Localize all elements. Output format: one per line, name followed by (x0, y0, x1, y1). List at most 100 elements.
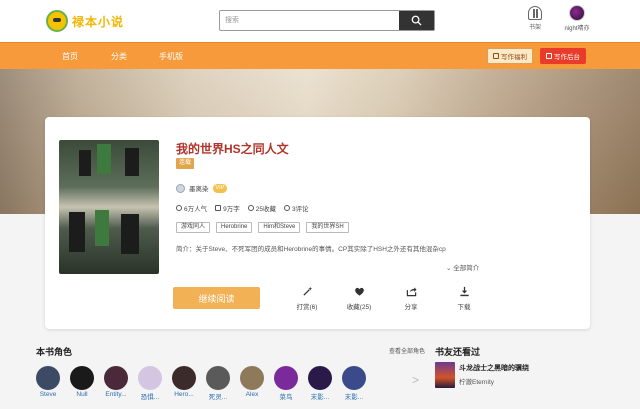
writing-backend-label: 写作后台 (554, 54, 580, 61)
stat-popularity: 6万人气 (176, 203, 207, 213)
vip-badge: VIP (212, 183, 228, 193)
main-nav: 首页 分类 手机版 写作福利 写作后台 (0, 42, 640, 69)
eye-icon (176, 205, 182, 211)
top-header: 禄本小说 书架 night晴亦 (0, 0, 640, 42)
writing-backend-button[interactable]: 写作后台 (540, 48, 586, 64)
role-name: 恐惧... (140, 394, 160, 401)
logo-text: 禄本小说 (72, 15, 125, 29)
role-avatar (240, 366, 264, 390)
writing-welfare-button[interactable]: 写作福利 (487, 48, 533, 64)
user-avatar (569, 5, 585, 21)
role-name: 菜鸟 (279, 394, 293, 401)
stat-words: 9万字 (215, 203, 240, 213)
download-icon (459, 286, 469, 297)
role-item[interactable]: Alex (240, 366, 264, 401)
author-name[interactable]: 墨离染 (189, 183, 209, 193)
cover-figure (97, 144, 111, 174)
expand-intro-link[interactable]: ⌄ 全部简介 (446, 262, 479, 272)
search-button[interactable] (399, 11, 434, 30)
cover-figure (79, 150, 91, 176)
status-badge: 连载 (176, 158, 195, 169)
comment-icon (283, 205, 290, 211)
logo-mascot-icon (46, 10, 68, 32)
search-box (219, 10, 435, 31)
heart-icon (354, 287, 364, 296)
tag-item[interactable]: 我的世界SH (306, 222, 349, 233)
recommended-book-cover (435, 362, 455, 388)
cover-figure (95, 210, 109, 246)
nav-categories[interactable]: 分类 (111, 51, 127, 62)
favorite-label: 收藏(25) (346, 304, 372, 311)
expand-intro-label: 全部简介 (453, 265, 480, 272)
role-item[interactable]: 末影... (308, 366, 332, 401)
role-item[interactable]: 恐惧... (138, 366, 162, 401)
role-avatar (36, 366, 60, 390)
book-tags: 游戏同人 Herobrine Him和Steve 我的世界SH (176, 222, 349, 233)
friends-also-read-title: 书友还看过 (435, 347, 481, 357)
book-cover[interactable] (59, 140, 159, 274)
role-item[interactable]: Hero... (172, 366, 196, 401)
role-avatar (308, 366, 332, 390)
user-menu[interactable]: night晴亦 (557, 5, 597, 32)
search-icon (411, 15, 422, 26)
share-button[interactable]: 分享 (391, 286, 431, 311)
tag-item[interactable]: Him和Steve (258, 222, 301, 233)
author-avatar[interactable] (176, 183, 185, 193)
document-icon (215, 205, 222, 211)
cover-figure (69, 212, 85, 252)
role-avatar (274, 366, 298, 390)
bookshelf-link[interactable]: 书架 (525, 6, 545, 31)
role-item[interactable]: 死灵... (206, 366, 230, 401)
tag-item[interactable]: Herobrine (216, 222, 253, 233)
cover-figure (125, 148, 139, 176)
role-item[interactable]: 菜鸟 (274, 366, 298, 401)
recommended-book-author: 柠澈Eternity (459, 379, 495, 386)
nav-mobile[interactable]: 手机版 (159, 51, 183, 62)
role-avatar (172, 366, 196, 390)
book-title: 我的世界HS之同人文 (176, 142, 289, 156)
role-name: Alex (245, 391, 259, 398)
role-name: 末影... (310, 394, 330, 401)
stat-popularity-value: 6万人气 (184, 206, 208, 213)
book-stats: 6万人气 9万字 25收藏 3评论 (176, 203, 309, 213)
bookshelf-icon (528, 6, 542, 20)
stat-comments-value: 3评论 (291, 206, 309, 213)
download-label: 下载 (457, 304, 471, 311)
book-info-card: 我的世界HS之同人文 连载 墨离染 VIP 6万人气 9万字 25收藏 3评论 … (45, 117, 590, 329)
role-avatar (138, 366, 162, 390)
role-name: 死灵... (208, 394, 228, 401)
role-item[interactable]: Entity... (104, 366, 128, 401)
role-name: Null (76, 391, 88, 398)
stat-favorites-value: 25收藏 (255, 206, 276, 213)
recommended-book[interactable]: 斗龙战士之黑暗的骥绕 柠澈Eternity (435, 362, 529, 388)
role-item[interactable]: Null (70, 366, 94, 401)
site-logo[interactable]: 禄本小说 (46, 8, 126, 34)
heart-outline-icon (247, 205, 254, 211)
view-all-roles-link[interactable]: 查看全部角色 (389, 346, 425, 355)
tip-label: 打赏(6) (296, 304, 318, 311)
role-name: Entity... (105, 391, 127, 398)
tag-item[interactable]: 游戏同人 (176, 222, 211, 233)
download-button[interactable]: 下载 (444, 286, 484, 311)
stat-comments: 3评论 (283, 203, 309, 213)
share-label: 分享 (404, 304, 418, 311)
continue-reading-button[interactable]: 继续阅读 (173, 287, 260, 309)
search-input[interactable] (220, 11, 400, 30)
nav-home[interactable]: 首页 (62, 51, 78, 62)
book-intro: 简介：关于Steve、不死军团的成员和Herobrine的事情。CP其实除了HS… (176, 246, 446, 253)
role-name: 末影... (344, 394, 364, 401)
role-item[interactable]: 末影... (342, 366, 366, 401)
stat-favorites: 25收藏 (247, 203, 276, 213)
wand-icon (302, 286, 312, 296)
gift-icon (493, 53, 499, 59)
role-avatar (104, 366, 128, 390)
tip-button[interactable]: 打赏(6) (287, 286, 327, 311)
favorite-button[interactable]: 收藏(25) (339, 286, 379, 311)
stat-words-value: 9万字 (223, 206, 240, 213)
bookshelf-label: 书架 (528, 25, 541, 31)
chevron-right-icon[interactable]: > (412, 373, 419, 387)
recommended-book-info: 斗龙战士之黑暗的骥绕 柠澈Eternity (459, 362, 529, 388)
roles-list: Steve Null Entity... 恐惧... Hero... 死灵... Alex 菜… (36, 366, 366, 401)
roles-section-title: 本书角色 (36, 347, 73, 357)
role-item[interactable]: Steve (36, 366, 60, 401)
